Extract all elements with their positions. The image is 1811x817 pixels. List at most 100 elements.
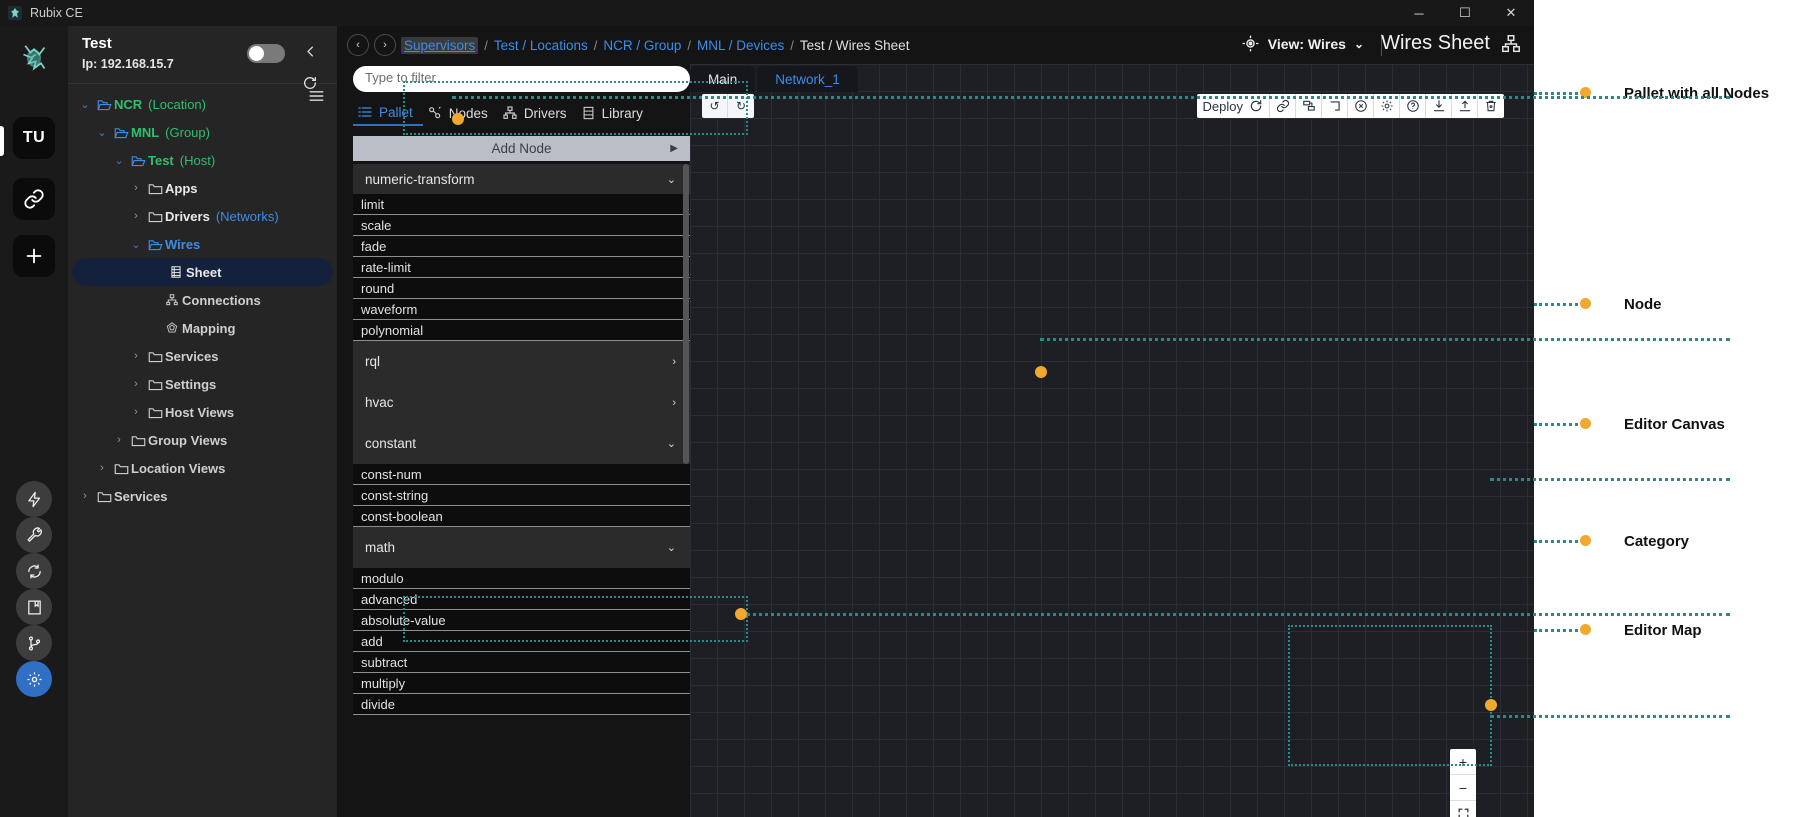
close-circle-icon — [1354, 100, 1367, 112]
search-input[interactable]: Type to filter — [353, 66, 690, 92]
book-icon[interactable] — [16, 589, 52, 625]
pallet-item-polynomial[interactable]: polynomial — [353, 320, 690, 341]
settings-icon[interactable] — [16, 661, 52, 697]
tree-caret[interactable]: ⌄ — [110, 154, 128, 167]
annotation-label: Editor Canvas — [1624, 416, 1725, 433]
pallet-category-math[interactable]: math ⌄ — [353, 527, 690, 568]
sidebar-menu-icon[interactable] — [308, 89, 325, 106]
pallet-item-modulo[interactable]: modulo — [353, 568, 690, 589]
tree-item-settings[interactable]: › Settings — [68, 370, 337, 398]
pallet-item-const-string[interactable]: const-string — [353, 485, 690, 506]
tree-caret[interactable]: › — [127, 210, 145, 222]
tree-item-host-views[interactable]: › Host Views — [68, 398, 337, 426]
tree-item-location-views[interactable]: › Location Views — [68, 454, 337, 482]
tab-pallet[interactable]: Pallet — [353, 105, 423, 126]
tab-library[interactable]: Library — [577, 105, 653, 125]
back-button[interactable]: ‹ — [347, 34, 369, 56]
tree-item-group-views[interactable]: › Group Views — [68, 426, 337, 454]
tree-item-wires[interactable]: ⌄ Wires — [68, 230, 337, 258]
tab-pallet-label: Pallet — [379, 104, 413, 120]
pallet-item-rate-limit[interactable]: rate-limit — [353, 257, 690, 278]
tree-item-services[interactable]: › Services — [68, 482, 337, 510]
list-icon — [358, 107, 372, 117]
pallet-category-constant[interactable]: constant ⌄ — [353, 423, 690, 464]
breadcrumb-item[interactable]: Test / Locations — [494, 38, 588, 53]
tab-drivers[interactable]: Drivers — [498, 105, 577, 125]
zoom-out-button[interactable]: − — [1450, 775, 1476, 801]
breadcrumb-item[interactable]: Test / Wires Sheet — [800, 38, 910, 53]
pallet-item-add[interactable]: add — [353, 631, 690, 652]
tree-item-apps[interactable]: › Apps — [68, 174, 337, 202]
editor-canvas[interactable]: Main Network_1 ↺ ↻ Deploy + − — [690, 64, 1534, 817]
pallet-item-waveform[interactable]: waveform — [353, 299, 690, 320]
minimize-button[interactable]: ─ — [1396, 0, 1442, 26]
fit-view-button[interactable] — [1450, 801, 1476, 817]
tree-caret[interactable]: › — [127, 378, 145, 390]
pallet-category-rql[interactable]: rql › — [353, 341, 690, 382]
tree-caret[interactable]: › — [127, 350, 145, 362]
tree-item-connections[interactable]: Connections — [68, 286, 337, 314]
pallet-item-multiply[interactable]: multiply — [353, 673, 690, 694]
tree-caret[interactable]: › — [127, 406, 145, 418]
tree-item-mnl[interactable]: ⌄ MNL (Group) — [68, 118, 337, 146]
branch-icon[interactable] — [16, 625, 52, 661]
tree-caret[interactable]: ⌄ — [76, 98, 94, 111]
link-icon[interactable] — [13, 178, 55, 220]
account-avatar[interactable]: TU — [13, 117, 55, 159]
forward-button[interactable]: › — [374, 34, 396, 56]
breadcrumb-item[interactable]: NCR / Group — [603, 38, 681, 53]
bolt-icon[interactable] — [16, 481, 52, 517]
tree-item-sheet[interactable]: Sheet — [72, 258, 333, 286]
pallet-item-limit[interactable]: limit — [353, 194, 690, 215]
layout-icon — [1302, 100, 1315, 111]
pallet-item-fade[interactable]: fade — [353, 236, 690, 257]
chevron-icon: ⌄ — [666, 542, 676, 554]
zoom-in-button[interactable]: + — [1450, 749, 1476, 775]
close-button[interactable]: ✕ — [1488, 0, 1534, 26]
pallet-category-hvac[interactable]: hvac › — [353, 382, 690, 423]
tree-item-drivers[interactable]: › Drivers (Networks) — [68, 202, 337, 230]
collapse-sidebar-button[interactable] — [297, 38, 323, 64]
tree-caret[interactable]: › — [127, 182, 145, 194]
tree-caret[interactable]: ⌄ — [127, 238, 145, 251]
add-icon[interactable] — [13, 235, 55, 277]
pallet-item-advanced[interactable]: advanced — [353, 589, 690, 610]
tree-item-mapping[interactable]: Mapping — [68, 314, 337, 342]
pallet-item-scale[interactable]: scale — [353, 215, 690, 236]
pallet-scrollbar[interactable] — [683, 164, 689, 464]
tree-caret[interactable]: › — [93, 462, 111, 474]
sidebar-toggle[interactable] — [247, 44, 285, 63]
add-node-button[interactable]: Add Node ▶ — [353, 136, 690, 161]
breadcrumb-separator: / — [790, 37, 794, 53]
breadcrumb-item[interactable]: MNL / Devices — [697, 38, 784, 53]
chevron-icon: ⌄ — [666, 173, 676, 186]
pallet-item-subtract[interactable]: subtract — [353, 652, 690, 673]
pallet-item-const-boolean[interactable]: const-boolean — [353, 506, 690, 527]
breadcrumb-item[interactable]: Supervisors — [401, 36, 479, 54]
maximize-button[interactable]: ☐ — [1442, 0, 1488, 26]
tree-item-label: Wires — [165, 236, 201, 252]
pallet-item-const-num[interactable]: const-num — [353, 464, 690, 485]
sync-icon[interactable] — [16, 553, 52, 589]
add-node-label: Add Node — [491, 141, 552, 156]
pallet-item-absolute-value[interactable]: absolute-value — [353, 610, 690, 631]
pallet-node-list[interactable]: numeric-transform ⌄ limit scale fade rate-lim… — [353, 164, 690, 809]
view-selector[interactable]: View: Wires ⌄ — [1241, 34, 1364, 53]
annotation-dot — [1580, 624, 1591, 635]
pallet-item-round[interactable]: round — [353, 278, 690, 299]
app-logo-icon — [8, 6, 22, 20]
canvas-tab-main[interactable]: Main — [690, 66, 756, 92]
canvas-tab-network1[interactable]: Network_1 — [757, 66, 858, 92]
tree-item-label: Services — [114, 488, 168, 504]
tree-item-services[interactable]: › Services — [68, 342, 337, 370]
folder-icon — [145, 378, 165, 391]
folder-icon — [128, 154, 148, 167]
tree-caret[interactable]: › — [110, 434, 128, 446]
pallet-item-divide[interactable]: divide — [353, 694, 690, 715]
tree-caret[interactable]: › — [76, 490, 94, 502]
wrench-icon[interactable] — [16, 517, 52, 553]
target-icon — [1242, 35, 1259, 52]
tree-item-test[interactable]: ⌄ Test (Host) — [68, 146, 337, 174]
pallet-category-numeric-transform[interactable]: numeric-transform ⌄ — [353, 164, 690, 194]
tree-caret[interactable]: ⌄ — [93, 126, 111, 139]
